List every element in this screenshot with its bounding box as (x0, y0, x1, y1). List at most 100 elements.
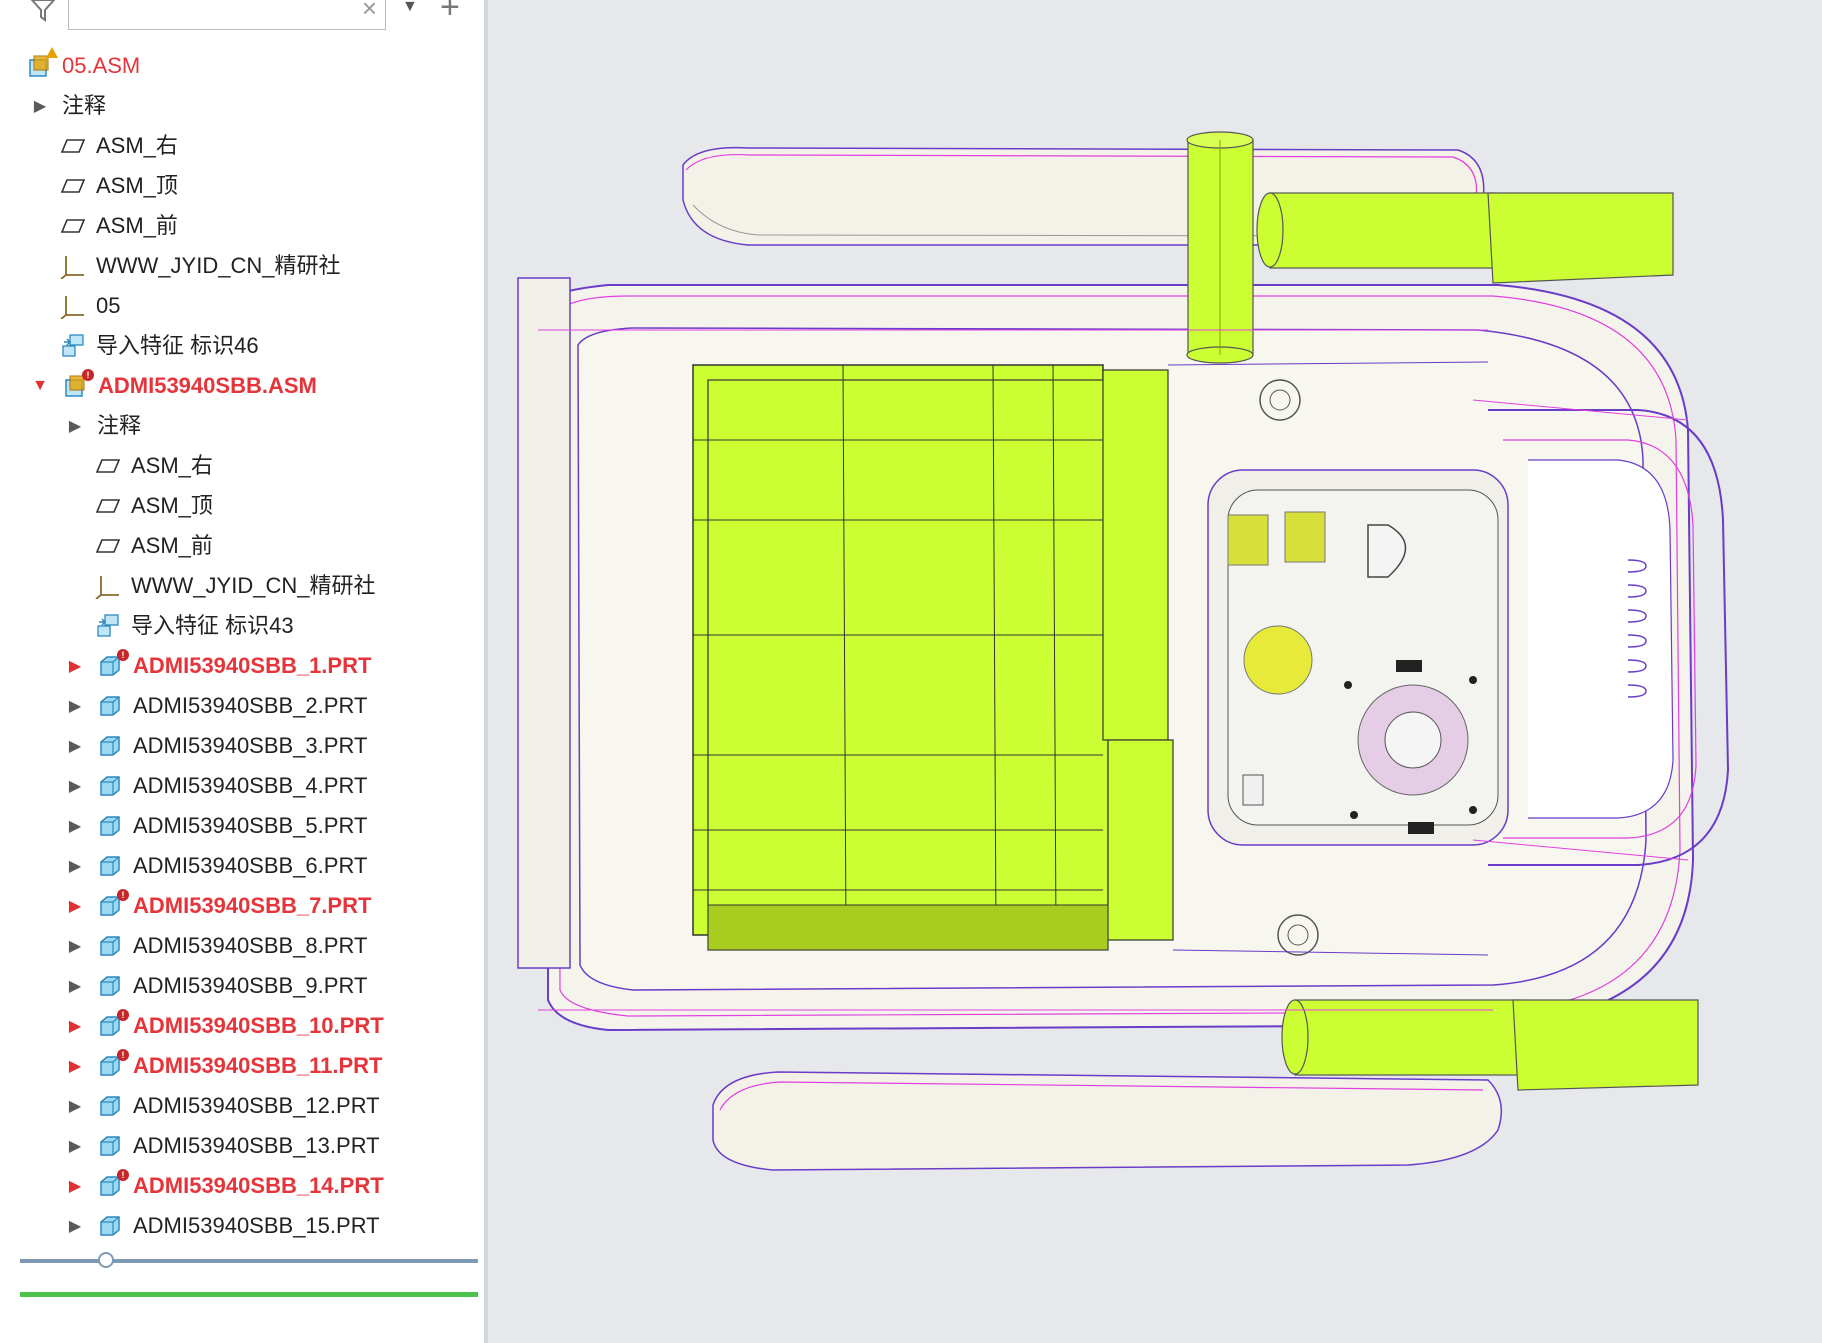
part-icon (97, 973, 123, 999)
assembly-model-view[interactable] (488, 0, 1822, 1343)
expand-arrow-icon[interactable]: ▶ (67, 776, 83, 796)
tree-item-46[interactable]: 导入特征 标识46 (60, 329, 259, 363)
tree-item-admi53940sbb-13-prt[interactable]: ▶ ADMI53940SBB_13.PRT (67, 1129, 380, 1163)
tree-item-label: ASM_前 (131, 533, 213, 558)
scrollbar-thumb[interactable] (98, 1252, 114, 1268)
tree-item-admi53940sbb-10-prt[interactable]: ▶! ADMI53940SBB_10.PRT (67, 1009, 384, 1043)
expand-arrow-icon[interactable]: ▶ (67, 416, 83, 436)
tree-item-asm[interactable]: ASM_右 (95, 449, 213, 483)
expand-arrow-icon[interactable]: ▶ (67, 936, 83, 956)
bottom-rail (712, 1071, 1503, 1171)
tree-item-label: ADMI53940SBB_8.PRT (133, 933, 368, 958)
tree-item-node[interactable]: ▶ 注释 (67, 409, 141, 443)
bottom-right-handle (1281, 999, 1699, 1091)
button-b (1284, 511, 1326, 563)
tree-item-label: 注释 (97, 413, 142, 438)
tree-item-label: ADMI53940SBB_6.PRT (133, 853, 368, 878)
error-badge-icon: ! (117, 889, 129, 901)
tree-item-admi53940sbb-5-prt[interactable]: ▶ ADMI53940SBB_5.PRT (67, 809, 368, 843)
expand-arrow-icon[interactable]: ▶ (67, 896, 83, 916)
tree-item-admi53940sbb-8-prt[interactable]: ▶ ADMI53940SBB_8.PRT (67, 929, 368, 963)
tree-item-admi53940sbb-11-prt[interactable]: ▶! ADMI53940SBB_11.PRT (67, 1049, 382, 1083)
error-badge-icon: ! (82, 369, 94, 381)
part-icon (97, 693, 123, 719)
expand-arrow-icon[interactable]: ▶ (67, 1056, 83, 1076)
tree-item-asm[interactable]: ASM_前 (95, 529, 213, 563)
expand-arrow-icon[interactable]: ▶ (67, 736, 83, 756)
tree-item-label: 05 (96, 293, 121, 318)
expand-arrow-icon[interactable]: ▶ (67, 816, 83, 836)
tree-item-www-jyid-cn[interactable]: WWW_JYID_CN_精研社 (95, 569, 375, 603)
csys-icon (95, 573, 121, 599)
button-a (1227, 514, 1269, 566)
tree-item-label: ADMI53940SBB_12.PRT (133, 1093, 380, 1118)
tree-item-label: ADMI53940SBB.ASM (98, 373, 317, 398)
tree-item-05[interactable]: 05 (60, 289, 120, 323)
part-icon (97, 773, 123, 799)
error-badge-icon: ! (117, 1009, 129, 1021)
expand-arrow-icon[interactable]: ▶ (67, 856, 83, 876)
part-icon: ! (97, 1049, 129, 1079)
search-input[interactable]: × (68, 0, 386, 30)
tree-item-admi53940sbb-14-prt[interactable]: ▶! ADMI53940SBB_14.PRT (67, 1169, 384, 1203)
tree-item-label: ADMI53940SBB_13.PRT (133, 1133, 380, 1158)
tree-item-admi53940sbb-7-prt[interactable]: ▶! ADMI53940SBB_7.PRT (67, 889, 371, 923)
error-badge-icon: ! (117, 1049, 129, 1061)
datum-plane-icon (95, 453, 121, 479)
tree-item-label: 导入特征 标识46 (96, 333, 259, 358)
expand-arrow-icon[interactable]: ▶ (67, 1096, 83, 1116)
add-column-icon[interactable]: + (440, 0, 460, 27)
tree-item-admi53940sbb-1-prt[interactable]: ▶! ADMI53940SBB_1.PRT (67, 649, 371, 683)
tree-item-admi53940sbb-3-prt[interactable]: ▶ ADMI53940SBB_3.PRT (67, 729, 368, 763)
tree-item-admi53940sbb-2-prt[interactable]: ▶ ADMI53940SBB_2.PRT (67, 689, 368, 723)
graphics-viewport[interactable] (488, 0, 1822, 1343)
assembly-icon (26, 47, 58, 79)
tree-item-label: 注释 (62, 93, 107, 118)
tree-item-asm[interactable]: ASM_顶 (60, 169, 178, 203)
expand-arrow-icon[interactable]: ▶ (67, 1216, 83, 1236)
tree-item-label: ASM_右 (131, 453, 213, 478)
tree-item-label: ADMI53940SBB_5.PRT (133, 813, 368, 838)
horizontal-scrollbar[interactable] (20, 1259, 478, 1263)
expand-arrow-icon[interactable]: ▶ (67, 696, 83, 716)
tree-item-admi53940sbb-12-prt[interactable]: ▶ ADMI53940SBB_12.PRT (67, 1089, 380, 1123)
tree-item-admi53940sbb-asm[interactable]: ▼! ADMI53940SBB.ASM (32, 369, 317, 403)
tree-item-label: ADMI53940SBB_2.PRT (133, 693, 368, 718)
round-knob (1243, 625, 1313, 695)
csys-icon (60, 253, 86, 279)
tree-item-label: WWW_JYID_CN_精研社 (96, 253, 341, 278)
subassembly-icon: ! (62, 369, 94, 399)
expand-arrow-icon[interactable]: ▶ (67, 1016, 83, 1036)
clear-search-icon[interactable]: × (362, 0, 377, 23)
part-icon (97, 933, 123, 959)
tree-item-asm[interactable]: ASM_前 (60, 209, 178, 243)
tree-item-asm[interactable]: ASM_顶 (95, 489, 213, 523)
filter-icon[interactable] (30, 0, 56, 22)
tree-item-label: 05.ASM (62, 53, 141, 78)
part-icon: ! (97, 889, 129, 919)
tree-item-label: ADMI53940SBB_1.PRT (133, 653, 372, 678)
error-badge-icon: ! (117, 649, 129, 661)
tree-item-admi53940sbb-9-prt[interactable]: ▶ ADMI53940SBB_9.PRT (67, 969, 368, 1003)
expand-arrow-icon[interactable]: ▶ (67, 976, 83, 996)
expand-arrow-icon[interactable]: ▶ (32, 96, 48, 116)
datum-plane-icon (60, 133, 86, 159)
top-cylinder (1186, 131, 1254, 364)
tree-item-node[interactable]: ▶ 注释 (32, 89, 106, 123)
tree-item-admi53940sbb-6-prt[interactable]: ▶ ADMI53940SBB_6.PRT (67, 849, 368, 883)
tree-item-asm[interactable]: ASM_右 (60, 129, 178, 163)
tree-item-43[interactable]: 导入特征 标识43 (95, 609, 294, 643)
part-icon: ! (97, 1169, 129, 1199)
expand-arrow-icon[interactable]: ▶ (67, 1136, 83, 1156)
datum-plane-icon (60, 173, 86, 199)
tree-item-label: ADMI53940SBB_4.PRT (133, 773, 368, 798)
tree-item-admi53940sbb-4-prt[interactable]: ▶ ADMI53940SBB_4.PRT (67, 769, 368, 803)
tree-item-admi53940sbb-15-prt[interactable]: ▶ ADMI53940SBB_15.PRT (67, 1209, 380, 1243)
collapse-arrow-icon[interactable]: ▼ (32, 376, 48, 396)
tree-item-05-asm[interactable]: 05.ASM (26, 47, 141, 83)
filter-dropdown-icon[interactable]: ▼ (402, 0, 418, 16)
tree-item-www-jyid-cn[interactable]: WWW_JYID_CN_精研社 (60, 249, 340, 283)
battery-pack (692, 364, 1174, 951)
expand-arrow-icon[interactable]: ▶ (67, 1176, 83, 1196)
expand-arrow-icon[interactable]: ▶ (67, 656, 83, 676)
